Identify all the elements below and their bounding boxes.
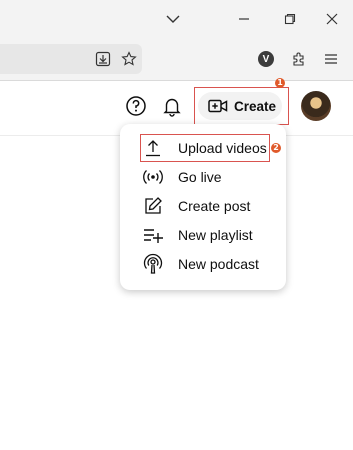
podcast-icon [142, 253, 164, 275]
puzzle-icon[interactable] [288, 48, 310, 70]
live-icon [142, 166, 164, 188]
restore-icon[interactable] [279, 8, 301, 30]
menu-item-new-playlist[interactable]: New playlist [120, 220, 286, 249]
download-icon[interactable] [92, 48, 114, 70]
menu-item-label: New playlist [178, 226, 253, 243]
menu-item-label: Go live [178, 168, 222, 185]
menu-item-label: Create post [178, 197, 251, 214]
avatar[interactable] [301, 91, 331, 121]
annotation-badge-1: 1 [275, 78, 285, 88]
browser-titlebar [0, 0, 353, 38]
bookmark-star-icon[interactable] [118, 48, 140, 70]
menu-icon[interactable] [320, 48, 342, 70]
browser-toolbar: V [0, 38, 353, 80]
minimize-icon[interactable] [233, 8, 255, 30]
close-icon[interactable] [321, 8, 343, 30]
extension-v-icon[interactable]: V [255, 48, 277, 70]
extension-letter: V [262, 53, 270, 65]
annotation-box-upload [140, 134, 270, 162]
notifications-bell-icon[interactable] [159, 93, 185, 119]
help-icon[interactable] [123, 93, 149, 119]
annotation-box-create [194, 87, 289, 125]
edit-icon [142, 195, 164, 217]
menu-item-create-post[interactable]: Create post [120, 191, 286, 220]
chevron-down-icon[interactable] [162, 8, 184, 30]
menu-item-go-live[interactable]: Go live [120, 162, 286, 191]
menu-item-label: New podcast [178, 255, 259, 272]
menu-item-new-podcast[interactable]: New podcast [120, 249, 286, 278]
annotation-badge-2: 2 [271, 143, 281, 153]
playlist-add-icon [142, 224, 164, 246]
